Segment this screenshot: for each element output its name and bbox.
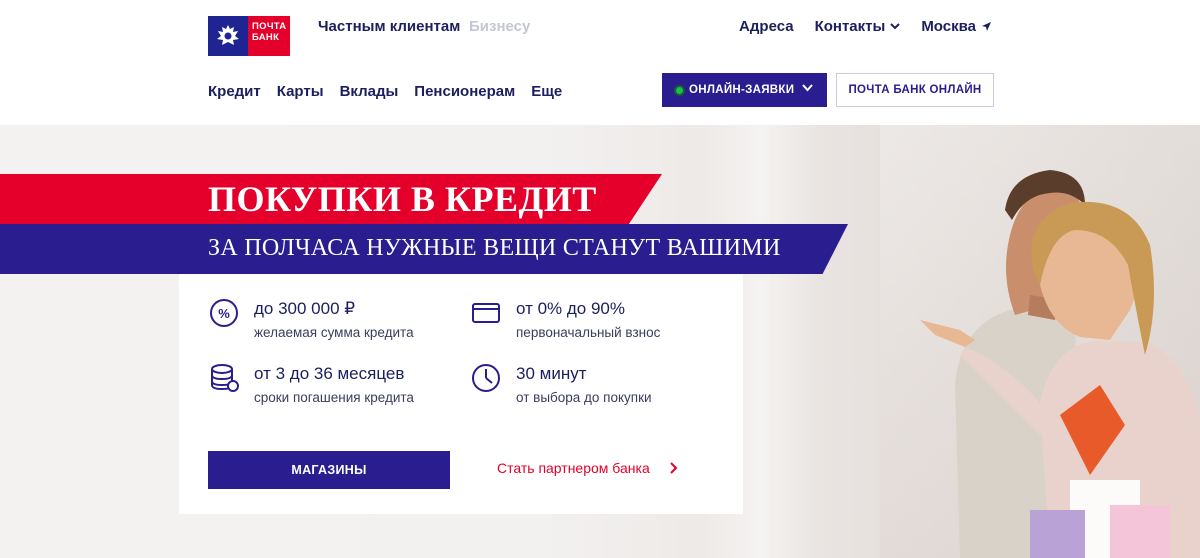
nav-item-credit[interactable]: Кредит [208, 83, 261, 100]
chevron-right-icon [670, 462, 678, 474]
hero-subtitle-ribbon: ЗА ПОЛЧАСА НУЖНЫЕ ВЕЩИ СТАНУТ ВАШИМИ [0, 224, 848, 274]
segment-private-clients[interactable]: Частным клиентам [318, 18, 460, 35]
nav-item-cards[interactable]: Карты [277, 83, 324, 100]
feature-amount-sub: желаемая сумма кредита [254, 325, 414, 340]
chevron-down-icon [802, 84, 813, 92]
feature-term-title: от 3 до 36 месяцев [254, 364, 405, 383]
feature-time: 30 минут от выбора до покупки [470, 362, 652, 405]
feature-amount: % до 300 000 ₽ желаемая сумма кредита [208, 297, 414, 340]
segment-business[interactable]: Бизнесу [469, 18, 530, 35]
clock-icon [472, 364, 500, 392]
location-arrow-icon [982, 22, 991, 31]
chevron-down-icon [890, 23, 901, 30]
link-contacts[interactable]: Контакты [815, 18, 901, 35]
nav-item-deposits[interactable]: Вклады [340, 83, 399, 100]
hero-banner: ПОКУПКИ В КРЕДИТ ЗА ПОЛЧАСА НУЖНЫЕ ВЕЩИ … [0, 125, 1200, 558]
bank-online-button[interactable]: ПОЧТА БАНК ОНЛАЙН [836, 73, 994, 107]
logo-text: ПОЧТА БАНК [248, 16, 290, 56]
nav-item-pensioners[interactable]: Пенсионерам [414, 83, 515, 100]
credit-info-card: % до 300 000 ₽ желаемая сумма кредита от… [179, 274, 743, 514]
feature-down-payment: от 0% до 90% первоначальный взнос [470, 297, 660, 340]
online-applications-button[interactable]: ОНЛАЙН-ЗАЯВКИ [662, 73, 827, 107]
online-applications-label: ОНЛАЙН-ЗАЯВКИ [689, 84, 795, 96]
eagle-emblem-icon [208, 16, 248, 56]
site-header: ПОЧТА БАНК Частным клиентам Бизнесу Адре… [0, 0, 1200, 125]
feature-down-payment-sub: первоначальный взнос [516, 325, 661, 340]
feature-amount-title: до 300 000 ₽ [254, 299, 356, 318]
coins-icon [211, 364, 239, 392]
city-label: Москва [921, 18, 976, 35]
status-dot-icon [676, 86, 683, 94]
become-partner-label: Стать партнером банка [497, 460, 650, 476]
feature-term: от 3 до 36 месяцев сроки погашения креди… [208, 362, 414, 405]
feature-down-payment-title: от 0% до 90% [516, 299, 626, 318]
link-addresses[interactable]: Адреса [739, 18, 794, 35]
feature-term-sub: сроки погашения кредита [254, 390, 414, 405]
card-icon [472, 303, 500, 323]
become-partner-link[interactable]: Стать партнером банка [497, 460, 678, 476]
hero-title-ribbon: ПОКУПКИ В КРЕДИТ [0, 174, 662, 224]
svg-text:%: % [218, 306, 230, 321]
nav-item-more[interactable]: Еще [531, 83, 562, 100]
city-selector[interactable]: Москва [921, 18, 992, 35]
couple-shopping-image [920, 170, 1200, 558]
pochta-bank-logo[interactable]: ПОЧТА БАНК [208, 16, 290, 56]
hero-title: ПОКУПКИ В КРЕДИТ [208, 179, 597, 219]
feature-time-title: 30 минут [516, 364, 587, 383]
top-links: Адреса Контакты Москва [739, 18, 992, 35]
hero-subtitle: ЗА ПОЛЧАСА НУЖНЫЕ ВЕЩИ СТАНУТ ВАШИМИ [208, 235, 781, 261]
main-nav: Кредит Карты Вклады Пенсионерам Еще [208, 83, 562, 100]
stores-button[interactable]: МАГАЗИНЫ [208, 451, 450, 489]
contacts-label: Контакты [814, 18, 886, 35]
percent-icon: % [210, 299, 238, 327]
feature-time-sub: от выбора до покупки [516, 390, 652, 405]
